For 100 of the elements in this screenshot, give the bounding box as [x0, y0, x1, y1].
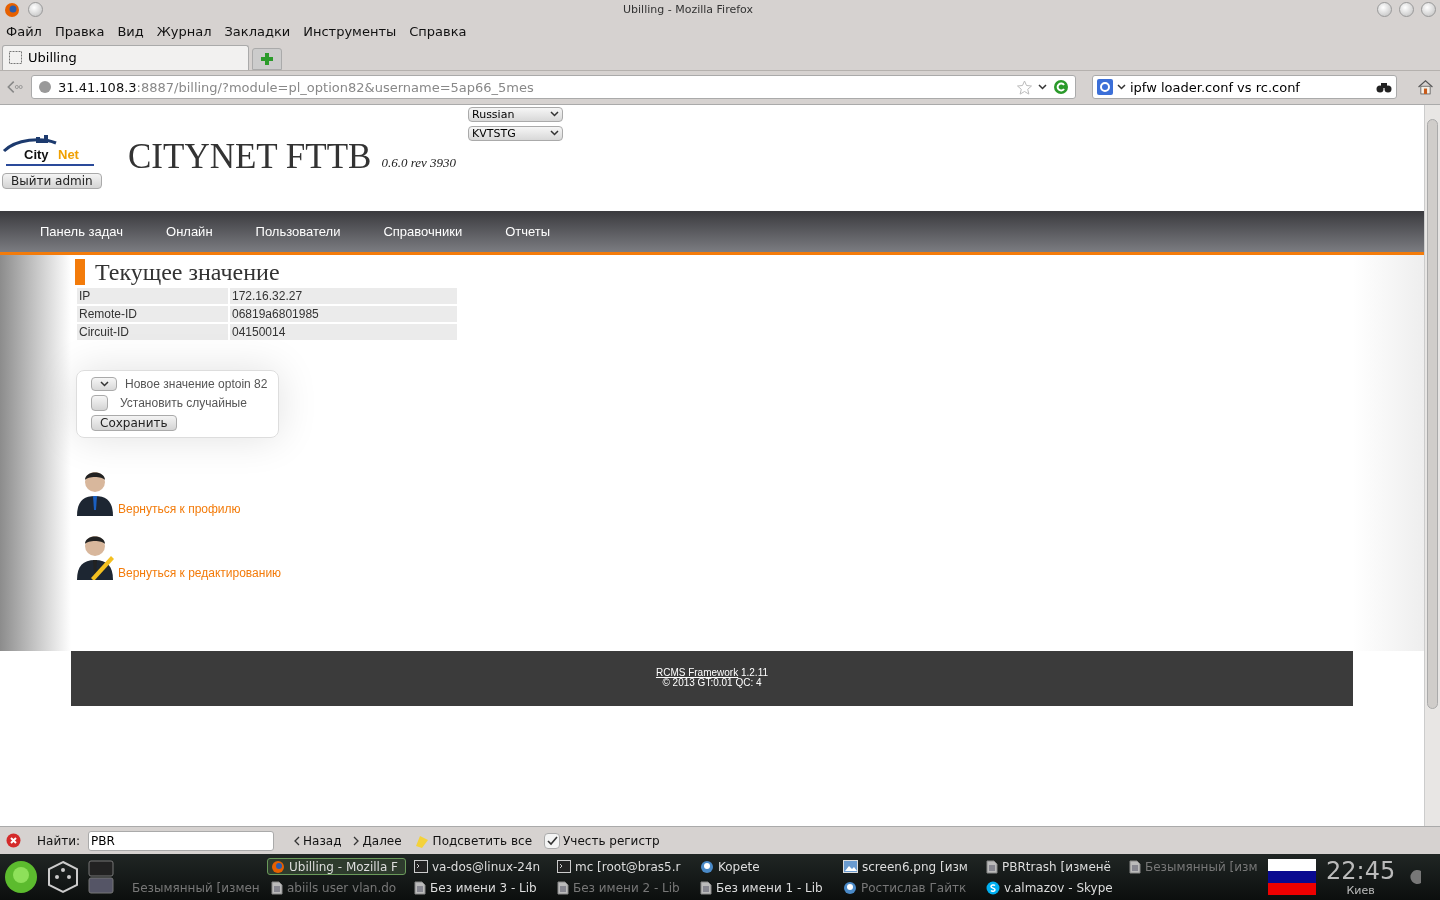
taskbar-item[interactable]: va-dos@linux-24n — [410, 858, 549, 876]
footer-stats: © 2013 GT:0.01 QC: 4 — [662, 678, 762, 689]
server-select[interactable]: KVTSTG — [468, 125, 563, 141]
table-cell: 04150014 — [230, 323, 457, 340]
menu-item[interactable]: Справка — [409, 24, 467, 40]
flag-icon — [1268, 859, 1316, 896]
document-icon — [414, 880, 426, 895]
cube-icon[interactable] — [46, 860, 80, 895]
image-icon — [843, 860, 858, 874]
find-label: Найти: — [37, 833, 80, 848]
taskbar-item[interactable]: mc [root@bras5.r — [553, 858, 692, 876]
taskbar-item[interactable]: Без имени 3 - Lib — [410, 879, 549, 897]
search-text: ipfw loader.conf vs rc.conf — [1130, 79, 1301, 95]
close-button[interactable] — [1421, 2, 1436, 18]
url-text: 31.41.108.3:8887/billing/?module=pl_option82&username=5ap66_5mes — [58, 79, 535, 95]
find-field[interactable]: PBR — [88, 830, 274, 851]
browser-tab[interactable]: Ubilling — [2, 44, 249, 70]
menu-item[interactable]: Файл — [6, 24, 42, 40]
chevron-down-icon — [550, 111, 559, 118]
taskbar-item[interactable]: PBRtrash [изменё — [982, 858, 1121, 876]
terminal-icon — [557, 860, 571, 874]
taskbar-item[interactable]: Без имени 1 - Lib — [696, 879, 835, 897]
scroll-thumb[interactable] — [1427, 118, 1438, 709]
window-menu-button[interactable] — [28, 2, 43, 18]
chevron-left-icon — [294, 835, 300, 846]
browser-icon — [271, 859, 285, 874]
search-engine-icon — [1097, 79, 1113, 96]
maximize-button[interactable] — [1399, 2, 1414, 18]
taskbar-item[interactable]: screen6.png [изм — [839, 858, 978, 876]
new-tab-button[interactable] — [252, 47, 282, 70]
logo-text: Net — [58, 146, 79, 162]
clock-time: 22:45 — [1326, 857, 1396, 884]
taskbar-item[interactable]: Kopete — [696, 858, 835, 876]
table-cell: IP — [77, 287, 228, 304]
highlighter-icon — [413, 833, 430, 848]
check-icon — [546, 835, 558, 846]
notification-icon[interactable] — [1407, 869, 1422, 886]
table-cell: 06819a6801985 — [230, 305, 457, 322]
nav-link[interactable]: Панель задач — [40, 223, 123, 239]
clock-city: Киев — [1346, 883, 1375, 897]
checkbox-label: Установить случайные — [120, 395, 247, 410]
nav-link[interactable]: Онлайн — [166, 223, 213, 239]
nav-link[interactable]: Пользователи — [255, 223, 341, 239]
chat-icon — [843, 880, 857, 895]
table-cell: Remote-ID — [77, 305, 228, 322]
chevron-down-icon — [99, 380, 109, 387]
logout-button[interactable]: Выйти admin — [2, 172, 102, 189]
document-icon — [700, 880, 712, 895]
launcher-icon[interactable] — [4, 860, 38, 895]
document-icon — [1129, 859, 1141, 874]
close-icon[interactable] — [6, 833, 21, 849]
desktop-pager[interactable] — [88, 860, 114, 895]
star-icon — [1017, 79, 1032, 95]
previous-button[interactable]: Назад — [292, 833, 344, 848]
select-label: Новое значение optoin 82 — [125, 376, 268, 391]
taskbar-item[interactable]: Безымянный [измен — [124, 879, 263, 897]
globe-icon — [38, 80, 52, 95]
window-title: Ubilling - Mozilla Firefox — [623, 3, 754, 17]
table-cell: 172.16.32.27 — [230, 287, 457, 304]
match-case-checkbox[interactable]: Учесть регистр — [542, 832, 662, 849]
chevron-right-icon — [353, 835, 360, 846]
chat-icon — [700, 859, 714, 874]
document-icon — [986, 859, 998, 874]
document-icon — [557, 880, 569, 895]
menu-item[interactable]: Журнал — [156, 24, 212, 40]
taskbar-item[interactable]: Ростислав Гайтк — [839, 879, 978, 897]
save-button[interactable]: Сохранить — [91, 414, 177, 431]
heading-marker — [75, 259, 85, 286]
next-button[interactable]: Далее — [351, 833, 404, 848]
nav-link[interactable]: Справочники — [383, 223, 463, 239]
menu-item[interactable]: Правка — [54, 24, 105, 40]
section-heading: Текущее значение — [95, 258, 280, 286]
search-field[interactable]: ipfw loader.conf vs rc.conf — [1092, 75, 1397, 100]
framework-link[interactable]: RCMS Framework — [655, 667, 739, 679]
skype-icon — [986, 880, 1000, 895]
nav-link[interactable]: Отчеты — [505, 223, 551, 239]
taskbar-item[interactable]: Безымянный [изм — [1125, 858, 1264, 876]
document-icon — [271, 880, 283, 895]
reload-icon — [1053, 79, 1069, 96]
version-text: 0.6.0 rev 3930 — [381, 154, 456, 172]
chevron-down-icon — [1117, 84, 1126, 91]
menu-item[interactable]: Вид — [117, 24, 144, 40]
home-icon[interactable] — [1417, 77, 1434, 98]
taskbar-item[interactable]: abiils user vlan.do — [267, 879, 406, 897]
chevron-down-icon — [550, 130, 559, 137]
menu-item[interactable]: Закладки — [224, 24, 291, 40]
option-select[interactable] — [91, 376, 117, 391]
scrollbar[interactable] — [1424, 104, 1440, 827]
minimize-button[interactable] — [1377, 2, 1392, 18]
taskbar-item[interactable]: Ubilling - Mozilla F — [267, 858, 406, 876]
random-checkbox[interactable] — [91, 394, 108, 411]
chevron-down-icon — [1038, 84, 1047, 91]
menu-item[interactable]: Инструменты — [303, 24, 397, 40]
binoculars-icon — [1376, 81, 1392, 94]
highlight-button[interactable]: Подсветить все — [411, 833, 535, 848]
table-cell: Circuit-ID — [77, 323, 228, 340]
language-select[interactable]: Russian — [468, 106, 563, 122]
address-bar[interactable]: 31.41.108.3:8887/billing/?module=pl_option82&username=5ap66_5mes — [31, 75, 1076, 100]
taskbar-item[interactable]: v.almazov - Skype — [982, 879, 1121, 897]
taskbar-item[interactable]: Без имени 2 - Lib — [553, 879, 692, 897]
